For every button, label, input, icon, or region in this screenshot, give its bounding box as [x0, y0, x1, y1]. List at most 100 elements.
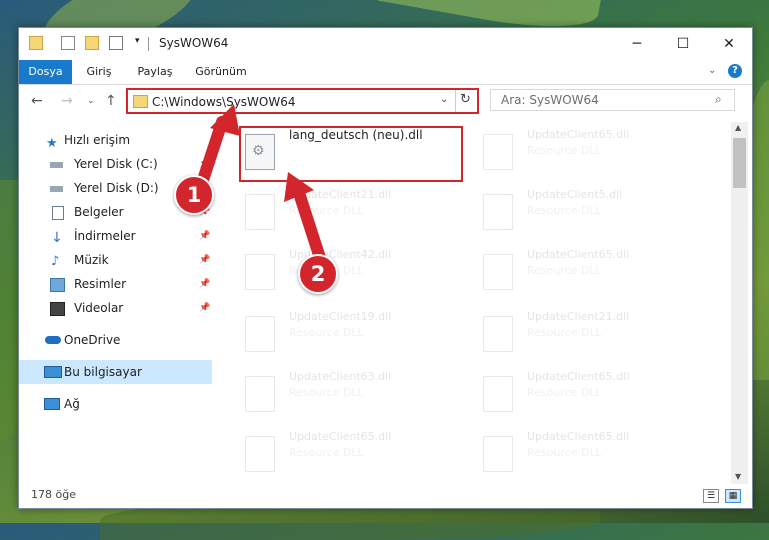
file-type: Resource DLL	[289, 326, 364, 339]
nav-label: Ağ	[64, 397, 80, 411]
dll-file-icon	[483, 194, 513, 230]
file-item[interactable]: UpdateClient19.dll Resource DLL	[241, 306, 471, 358]
tab-home[interactable]: Giriş	[79, 60, 119, 84]
recent-dropdown-icon[interactable]: ⌄	[87, 96, 95, 106]
search-input[interactable]: Ara: SysWOW64 ⌕	[490, 89, 735, 111]
maximize-button[interactable]: ☐	[660, 28, 706, 60]
address-path[interactable]: C:\Windows\SysWOW64	[152, 95, 296, 109]
file-name: UpdateClient65.dll	[527, 370, 630, 383]
ribbon-tabs: Dosya Giriş Paylaş Görünüm ⌄ ?	[19, 60, 752, 85]
nav-item-videos[interactable]: Videolar 📌	[19, 296, 212, 320]
close-button[interactable]: ✕	[706, 28, 752, 60]
file-type: Resource DLL	[527, 326, 602, 339]
nav-label: OneDrive	[64, 333, 121, 347]
up-arrow-icon[interactable]: ↑	[105, 93, 117, 109]
search-icon: ⌕	[715, 92, 722, 106]
download-icon: ↓	[51, 230, 63, 246]
documents-icon	[52, 206, 64, 220]
forward-arrow-icon[interactable]: →	[61, 93, 73, 109]
tab-file[interactable]: Dosya	[19, 60, 72, 84]
tab-view[interactable]: Görünüm	[191, 60, 251, 84]
file-item[interactable]: UpdateClient65.dll Resource DLL	[479, 124, 709, 176]
address-bar[interactable]: C:\Windows\SysWOW64 ⌄ ↻	[126, 88, 479, 114]
file-item[interactable]: UpdateClient21.dll Resource DLL	[241, 184, 471, 236]
file-item[interactable]: UpdateClient42.dll Resource DLL	[241, 244, 471, 296]
file-type: Resource DLL	[527, 386, 602, 399]
details-view-icon[interactable]: ☰	[703, 489, 719, 503]
properties-icon[interactable]	[61, 36, 75, 50]
help-icon[interactable]: ?	[728, 64, 742, 78]
callout-1: 1	[174, 175, 214, 215]
file-name: UpdateClient65.dll	[527, 128, 630, 141]
nav-label: Müzik	[74, 253, 109, 267]
file-item[interactable]: UpdateClient63.dll Resource DLL	[241, 366, 471, 418]
dll-file-icon	[483, 316, 513, 352]
back-arrow-icon[interactable]: ←	[31, 93, 43, 109]
file-name: UpdateClient21.dll	[289, 188, 392, 201]
ribbon-expand-icon[interactable]: ⌄	[708, 65, 716, 76]
pin-icon[interactable]: 📌	[199, 248, 210, 272]
file-item[interactable]: UpdateClient65.dll Resource DLL	[479, 366, 709, 418]
nav-label: Resimler	[74, 277, 127, 291]
scroll-down-icon[interactable]: ▼	[735, 472, 741, 481]
file-type: Resource DLL	[527, 144, 602, 157]
pin-icon[interactable]: 📌	[199, 224, 210, 248]
file-item-lang-deutsch[interactable]: ⚙ lang_deutsch (neu).dll	[241, 124, 471, 176]
music-icon: ♪	[51, 254, 60, 269]
pin-icon[interactable]: 📌	[199, 152, 210, 176]
item-count: 178 öğe	[31, 488, 76, 501]
nav-label: Bu bilgisayar	[64, 365, 142, 379]
drive-icon	[50, 186, 63, 192]
dll-file-icon	[483, 376, 513, 412]
file-item[interactable]: UpdateClient21.dll Resource DLL	[479, 306, 709, 358]
callout-2: 2	[298, 254, 338, 294]
file-item[interactable]: UpdateClient65.dll Resource DLL	[241, 426, 471, 478]
vertical-scrollbar[interactable]: ▲ ▼	[731, 122, 748, 484]
quick-access-dropdown-icon[interactable]: ▾	[135, 36, 140, 46]
nav-label: İndirmeler	[74, 229, 136, 243]
file-type: Resource DLL	[289, 446, 364, 459]
nav-item-network[interactable]: Ağ	[19, 392, 212, 416]
file-type: Resource DLL	[527, 264, 602, 277]
nav-label: Hızlı erişim	[64, 133, 131, 147]
nav-item-disk-c[interactable]: Yerel Disk (C:) 📌	[19, 152, 212, 176]
computer-icon	[44, 366, 62, 378]
file-name: UpdateClient21.dll	[527, 310, 630, 323]
large-icons-view-icon[interactable]: ▦	[725, 489, 741, 503]
dll-file-icon	[245, 254, 275, 290]
file-item[interactable]: UpdateClient65.dll Resource DLL	[479, 426, 709, 478]
cloud-icon	[45, 336, 61, 344]
file-type: Resource DLL	[527, 446, 602, 459]
nav-item-quick-access[interactable]: ★ Hızlı erişim	[19, 128, 212, 152]
file-item[interactable]: UpdateClient5.dll Resource DLL	[479, 184, 709, 236]
minimize-button[interactable]: ─	[614, 28, 660, 60]
view-options-icon[interactable]	[109, 36, 123, 50]
nav-item-this-pc[interactable]: Bu bilgisayar	[19, 360, 212, 384]
file-name: UpdateClient63.dll	[289, 370, 392, 383]
nav-label: Videolar	[74, 301, 124, 315]
address-row: ← → ⌄ ↑ C:\Windows\SysWOW64 ⌄ ↻ Ara: Sys…	[19, 84, 752, 119]
file-item[interactable]: UpdateClient65.dll Resource DLL	[479, 244, 709, 296]
nav-label: Belgeler	[74, 205, 124, 219]
nav-item-music[interactable]: ♪ Müzik 📌	[19, 248, 212, 272]
nav-item-pictures[interactable]: Resimler 📌	[19, 272, 212, 296]
pin-icon[interactable]: 📌	[199, 296, 210, 320]
scroll-up-icon[interactable]: ▲	[735, 123, 741, 132]
refresh-button[interactable]: ↻	[460, 92, 471, 107]
file-type: Resource DLL	[289, 386, 364, 399]
folder-icon[interactable]	[29, 36, 43, 50]
address-dropdown-icon[interactable]: ⌄	[440, 94, 448, 105]
window-title: SysWOW64	[159, 36, 229, 50]
network-icon	[44, 398, 60, 410]
folder-icon	[133, 95, 148, 108]
file-name: UpdateClient19.dll	[289, 310, 392, 323]
new-folder-icon[interactable]	[85, 36, 99, 50]
dll-file-icon	[245, 316, 275, 352]
scrollbar-thumb[interactable]	[733, 138, 746, 188]
title-bar: ▾ SysWOW64 ─ ☐ ✕	[19, 28, 752, 60]
nav-item-downloads[interactable]: ↓ İndirmeler 📌	[19, 224, 212, 248]
refresh-icon[interactable]	[455, 90, 456, 112]
tab-share[interactable]: Paylaş	[130, 60, 180, 84]
pin-icon[interactable]: 📌	[199, 272, 210, 296]
nav-item-onedrive[interactable]: OneDrive	[19, 328, 212, 352]
